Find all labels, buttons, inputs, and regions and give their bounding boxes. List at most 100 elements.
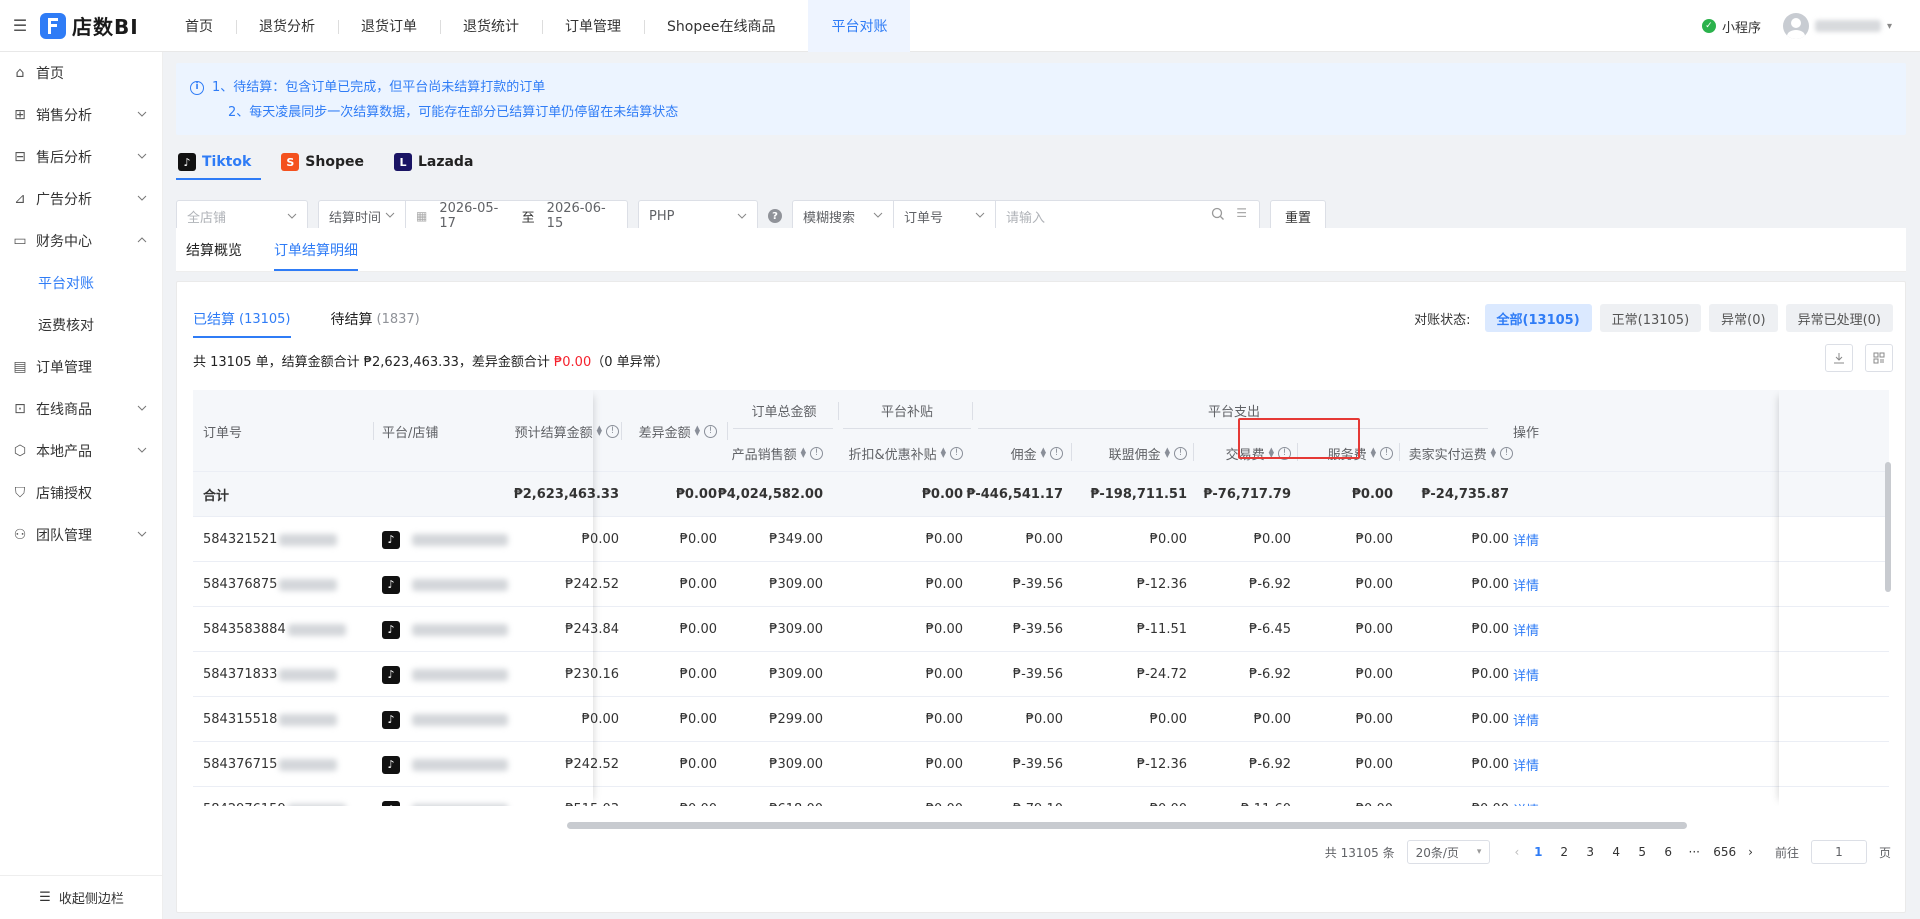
prev-page-icon[interactable]: ‹ <box>1514 845 1519 859</box>
reconcile-status-option[interactable]: 异常(0) <box>1709 304 1778 332</box>
sidebar-item[interactable]: ⊞ 销售分析 <box>0 94 162 136</box>
help-icon[interactable]: ? <box>768 209 782 223</box>
sidebar-item[interactable]: ⚇ 团队管理 <box>0 514 162 556</box>
order-number-cell[interactable]: 584321521 <box>203 517 338 562</box>
col-commission[interactable]: 佣金 ▲ ▼! <box>1011 443 1063 463</box>
search-field-select[interactable]: 订单号 <box>893 201 995 231</box>
detail-link[interactable]: 详情 <box>1513 607 1539 652</box>
top-nav-item[interactable]: 平台对账 <box>808 0 911 52</box>
top-nav-item[interactable]: 订单管理 <box>542 0 644 52</box>
detail-link[interactable]: 详情 <box>1513 517 1539 562</box>
search-mode-select[interactable]: 模糊搜索 <box>793 201 893 231</box>
order-number-cell[interactable]: 584315518 <box>203 697 338 742</box>
page-number[interactable]: 3 <box>1583 845 1597 859</box>
col-diff[interactable]: 差异金额 ▲ ▼! <box>639 421 717 441</box>
sidebar-item[interactable]: ⬡ 本地产品 <box>0 430 162 472</box>
date-range-picker[interactable]: ▦ 2026-05-17 至 2026-06-15 <box>405 201 627 231</box>
table-row[interactable]: 584371833 ♪ ₱230.16 ₱0.00 ₱309.00 ₱0.00 ₱-39.5… <box>193 652 1889 697</box>
top-nav-item[interactable]: 退货分析 <box>236 0 338 52</box>
order-number-cell[interactable]: 5842976159 <box>203 787 346 806</box>
download-button[interactable] <box>1825 344 1853 372</box>
platform-tab[interactable]: S Shopee <box>279 144 378 180</box>
reconcile-status-option[interactable]: 全部(13105) <box>1484 304 1592 332</box>
settlement-tab[interactable]: 待结算 (1837) <box>331 300 420 338</box>
column-settings-button[interactable] <box>1865 344 1893 372</box>
list-filter-icon[interactable]: ☰ <box>1236 206 1247 220</box>
cell-svc: ₱0.00 <box>1355 532 1393 547</box>
detail-tab[interactable]: 订单结算明细 <box>274 228 358 271</box>
settlement-tab[interactable]: 已结算 (13105) <box>193 300 291 338</box>
platform-store-cell: ♪ <box>382 697 508 742</box>
col-discount[interactable]: 折扣&优惠补贴 ▲ ▼! <box>848 443 963 463</box>
top-nav-item[interactable]: 首页 <box>162 0 236 52</box>
platform-tab[interactable]: ♪ Tiktok <box>176 144 265 180</box>
detail-link[interactable]: 详情 <box>1513 742 1539 787</box>
pagination: 共 13105 条 20条/页 ▾ ‹ 123456 ··· 656 › 前往 … <box>1325 838 1891 866</box>
order-number-cell[interactable]: 584376715 <box>203 742 338 787</box>
page-size-select[interactable]: 20条/页 ▾ <box>1406 840 1491 864</box>
col-product-sales[interactable]: 产品销售额 ▲ ▼! <box>732 443 823 463</box>
detail-link[interactable]: 详情 <box>1513 787 1539 806</box>
top-nav-item[interactable]: Shopee在线商品 <box>644 0 798 52</box>
time-type-select[interactable]: 结算时间 <box>319 201 405 231</box>
order-number-redacted <box>279 713 338 726</box>
sidebar-item[interactable]: ⛉ 店铺授权 <box>0 472 162 514</box>
order-number-cell[interactable]: 5843583884 <box>203 607 346 652</box>
sidebar-item[interactable]: ▭ 财务中心 <box>0 220 162 262</box>
col-est-settle[interactable]: 预计结算金额 ▲ ▼! <box>515 421 619 441</box>
table-row[interactable]: 584376715 ♪ ₱242.52 ₱0.00 ₱309.00 ₱0.00 ₱-39.5… <box>193 742 1889 787</box>
page-number[interactable]: 4 <box>1609 845 1623 859</box>
platform-tab[interactable]: L Lazada <box>392 144 487 180</box>
menu-icon[interactable]: ☰ <box>0 0 40 52</box>
user-menu[interactable]: ▾ <box>1782 13 1892 39</box>
mini-program-link[interactable]: ✓ 小程序 <box>1701 17 1761 36</box>
detail-link[interactable]: 详情 <box>1513 652 1539 697</box>
sidebar-item[interactable]: ⌂ 首页 <box>0 52 162 94</box>
search-icon[interactable] <box>1211 207 1225 225</box>
page-number[interactable]: 5 <box>1635 845 1649 859</box>
col-transaction-fee[interactable]: 交易费 ▲ ▼! <box>1226 443 1291 463</box>
table-row[interactable]: 5842976159 ♪ ₱515.03 ₱0.00 ₱618.00 ₱0.00 ₱-79.… <box>193 787 1889 806</box>
order-number-cell[interactable]: 584371833 <box>203 652 338 697</box>
detail-link[interactable]: 详情 <box>1513 697 1539 742</box>
col-shipping[interactable]: 卖家实付运费 ▲ ▼! <box>1409 443 1513 463</box>
top-nav-item[interactable]: 退货订单 <box>338 0 440 52</box>
page-ellipsis[interactable]: ··· <box>1687 845 1701 859</box>
horizontal-scrollbar[interactable] <box>567 822 1687 829</box>
goto-page-input[interactable]: 1 <box>1810 840 1867 864</box>
detail-tab[interactable]: 结算概览 <box>186 228 242 271</box>
search-input[interactable]: 请输入 ☰ <box>995 201 1259 231</box>
sidebar-item[interactable]: ⊡ 在线商品 <box>0 388 162 430</box>
detail-link[interactable]: 详情 <box>1513 562 1539 607</box>
table-row[interactable]: 584321521 ♪ ₱0.00 ₱0.00 ₱349.00 ₱0.00 ₱0.00 ₱0.… <box>193 517 1889 562</box>
sidebar-subitem[interactable]: 平台对账 <box>0 262 162 304</box>
top-nav-item[interactable]: 退货统计 <box>440 0 542 52</box>
logo[interactable]: 店数BI <box>40 0 162 52</box>
sidebar-subitem[interactable]: 运费核对 <box>0 304 162 346</box>
store-name-redacted <box>412 578 508 591</box>
cell-disc: ₱0.00 <box>925 622 963 637</box>
vertical-scrollbar[interactable] <box>1885 462 1891 592</box>
columns-icon <box>1873 352 1885 364</box>
table-row[interactable]: 5843583884 ♪ ₱243.84 ₱0.00 ₱309.00 ₱0.00 ₱-39.… <box>193 607 1889 652</box>
col-affiliate-commission[interactable]: 联盟佣金 ▲ ▼! <box>1109 443 1187 463</box>
order-number-redacted <box>279 668 338 681</box>
reconcile-status-option[interactable]: 正常(13105) <box>1599 304 1702 332</box>
collapse-sidebar-button[interactable]: ☰ 收起侧边栏 <box>0 875 163 919</box>
page-number[interactable]: 6 <box>1661 845 1675 859</box>
sidebar-item[interactable]: ▤ 订单管理 <box>0 346 162 388</box>
col-service-fee[interactable]: 服务费 ▲ ▼! <box>1328 443 1393 463</box>
total-disc: ₱0.00 <box>921 487 963 502</box>
sidebar-item[interactable]: ⊟ 售后分析 <box>0 136 162 178</box>
page-last[interactable]: 656 <box>1713 845 1736 859</box>
table-row[interactable]: 584376875 ♪ ₱242.52 ₱0.00 ₱309.00 ₱0.00 ₱-39.5… <box>193 562 1889 607</box>
page-number[interactable]: 1 <box>1531 845 1545 859</box>
cell-aff: ₱0.00 <box>1149 712 1187 727</box>
reconcile-status-option[interactable]: 异常已处理(0) <box>1785 304 1893 332</box>
next-page-icon[interactable]: › <box>1748 845 1753 859</box>
table-row[interactable]: 584315518 ♪ ₱0.00 ₱0.00 ₱299.00 ₱0.00 ₱0.00 ₱0.… <box>193 697 1889 742</box>
sidebar-item[interactable]: ⊿ 广告分析 <box>0 178 162 220</box>
order-number-cell[interactable]: 584376875 <box>203 562 338 607</box>
page-number[interactable]: 2 <box>1557 845 1571 859</box>
cart-icon: ⊞ <box>14 107 26 123</box>
